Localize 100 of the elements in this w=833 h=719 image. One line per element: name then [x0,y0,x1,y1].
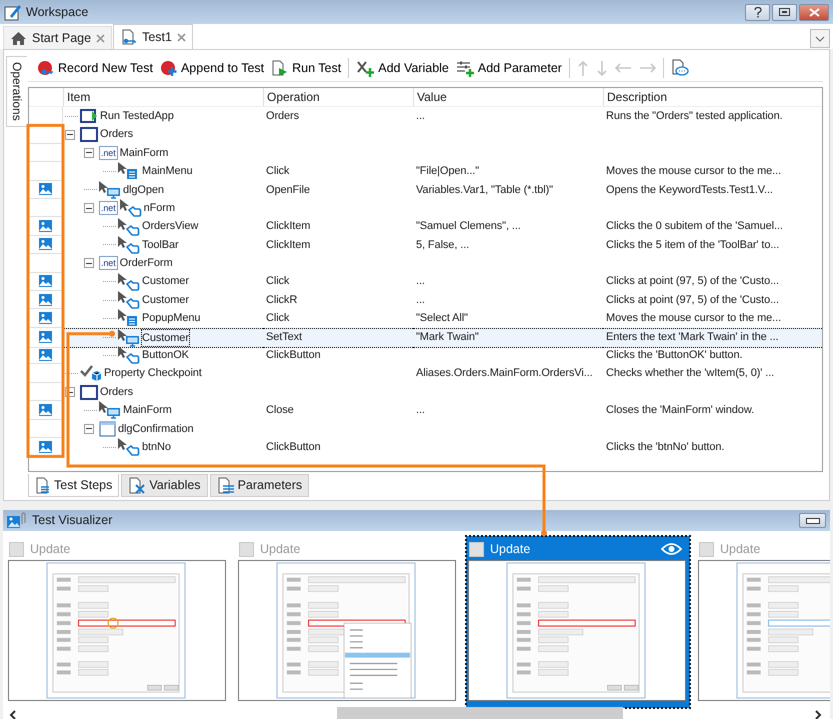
close-icon[interactable] [176,32,186,42]
table-cell-text: Moves the mouse cursor to the me... [605,164,782,180]
side-tab[interactable]: Operations [6,56,27,127]
parameter-button[interactable]: Add Parameter [452,58,565,78]
scroll-thumb[interactable] [337,707,623,719]
table-cell-text: OpenFile [265,182,311,198]
table-cell-text: Clicks at point (97, 5) of the 'Custo... [605,274,780,290]
append-button[interactable]: Append to Test [156,58,268,78]
document-key-icon [120,29,138,45]
bottom-tab[interactable]: Variables [121,474,208,497]
checkbox[interactable] [239,542,254,556]
close-icon[interactable] [96,34,106,42]
variable-button[interactable]: Add Variable [353,58,452,78]
tree-item[interactable]: dlgOpen [123,182,164,198]
minimize-button[interactable] [799,513,826,528]
tree-item[interactable]: MainMenu [142,163,193,180]
expand-toggle[interactable] [84,258,94,268]
steps-icon [35,476,51,494]
run-button[interactable]: Run Test [268,58,344,78]
tree-item[interactable]: ToolBar [142,236,179,254]
table-cell-text: Orders [265,108,300,124]
checkbox[interactable] [469,542,484,556]
tree-item[interactable]: nForm [144,200,175,216]
help-button[interactable] [745,4,770,20]
table-cell: SetText [263,328,413,348]
table-cell-text: Checks whether the 'wItem(5, 0)' ... [605,366,776,382]
screenshot-icon [39,404,52,416]
table-cell-text: Clicks at point (97, 5) of the 'Custo... [605,292,780,308]
screenshot-icon [39,220,52,232]
pointer-hand-icon [118,346,140,364]
tree-item[interactable]: dlgConfirmation [118,420,194,438]
tree-item[interactable]: Customer [142,273,189,290]
tree-item[interactable]: PopupMenu [142,310,200,327]
tree-item[interactable]: Orders [100,384,134,400]
table-cell-text: ClickItem [265,219,312,234]
add-variable-icon [356,60,376,76]
table-cell: Enters the text 'Mark Twain' in the ... [603,328,822,348]
table-cell-text: Runs the "Orders" tested application. [605,108,784,124]
pointer-hand-icon [118,291,140,310]
add-parameter-icon [456,60,475,76]
tree-item[interactable]: Orders [100,126,134,143]
window-icon [80,384,98,400]
table-cell-text: "File|Open..." [415,164,480,180]
net-badge: .net [99,146,118,160]
expand-toggle[interactable] [65,130,75,140]
window-icon [80,127,98,142]
table-cell-text: Aliases.Orders.MainForm.OrdersVi... [415,366,594,382]
expand-toggle[interactable] [84,203,94,214]
screenshot-icon [39,275,52,288]
screenshot-frame[interactable]: Update [466,536,690,708]
checkbox[interactable] [699,542,714,556]
document-tab[interactable]: Test1 [113,24,193,49]
eye-icon [661,542,682,556]
expand-toggle[interactable] [84,148,94,158]
bottom-tab[interactable]: Test Steps [28,474,120,497]
table-cell-text: ClickItem [265,238,312,253]
screenshot-icon [39,238,52,250]
checkbox[interactable] [9,542,24,556]
tree-item[interactable]: Customer [142,330,189,346]
panel-title: Test Visualizer [32,512,112,530]
column-header[interactable]: Item [63,88,263,106]
bottom-tab[interactable]: Parameters [210,474,310,497]
restore-button[interactable] [772,4,797,20]
close-button[interactable] [799,4,829,20]
dialog-icon [99,420,116,437]
pointer-menu-icon [118,162,140,180]
table-cell-text: ClickButton [265,440,322,455]
tree-item[interactable]: btnNo [142,438,171,456]
tree-item[interactable]: OrderForm [120,255,173,272]
screenshot-icon [39,331,52,344]
expand-toggle[interactable] [84,424,94,434]
table-cell-text: Variables.Var1, "Table (*.tbl)" [415,182,554,198]
tree-item[interactable]: MainForm [123,402,172,419]
tree-item[interactable]: MainForm [120,144,168,162]
scroll-right-icon[interactable] [815,710,822,719]
dropdown-button[interactable] [810,29,830,48]
screenshot-icon [39,294,52,306]
frame-label: Update [30,540,70,558]
tree-item[interactable]: Property Checkpoint [104,365,202,382]
tree-item[interactable]: ButtonOK [142,347,189,364]
pointer-monitor-icon [118,328,140,347]
document-tab[interactable]: Start Page [3,26,112,49]
table-cell-text: Clicks the 'ButtonOK' button. [605,348,744,364]
visualizer-icon [7,511,27,530]
run-icon [271,60,290,76]
screenshot-icon [39,440,52,453]
record-button[interactable]: Record New Test [34,58,156,78]
window-title: Workspace [26,4,88,21]
column-header[interactable]: Operation [263,88,413,106]
frame-label: Update [490,540,530,558]
column-header[interactable]: Value [413,88,603,106]
table-cell-text: ClickR [265,292,298,308]
help-icon [754,6,762,18]
tree-item[interactable]: Run TestedApp [100,108,174,124]
table-cell-text: "Select All" [415,311,469,326]
tree-item[interactable]: Customer [142,292,189,308]
column-header[interactable]: Description [603,88,822,106]
pointer-hand-icon [118,438,140,456]
tree-item[interactable]: OrdersView [142,218,198,235]
scroll-left-icon[interactable] [9,710,16,719]
